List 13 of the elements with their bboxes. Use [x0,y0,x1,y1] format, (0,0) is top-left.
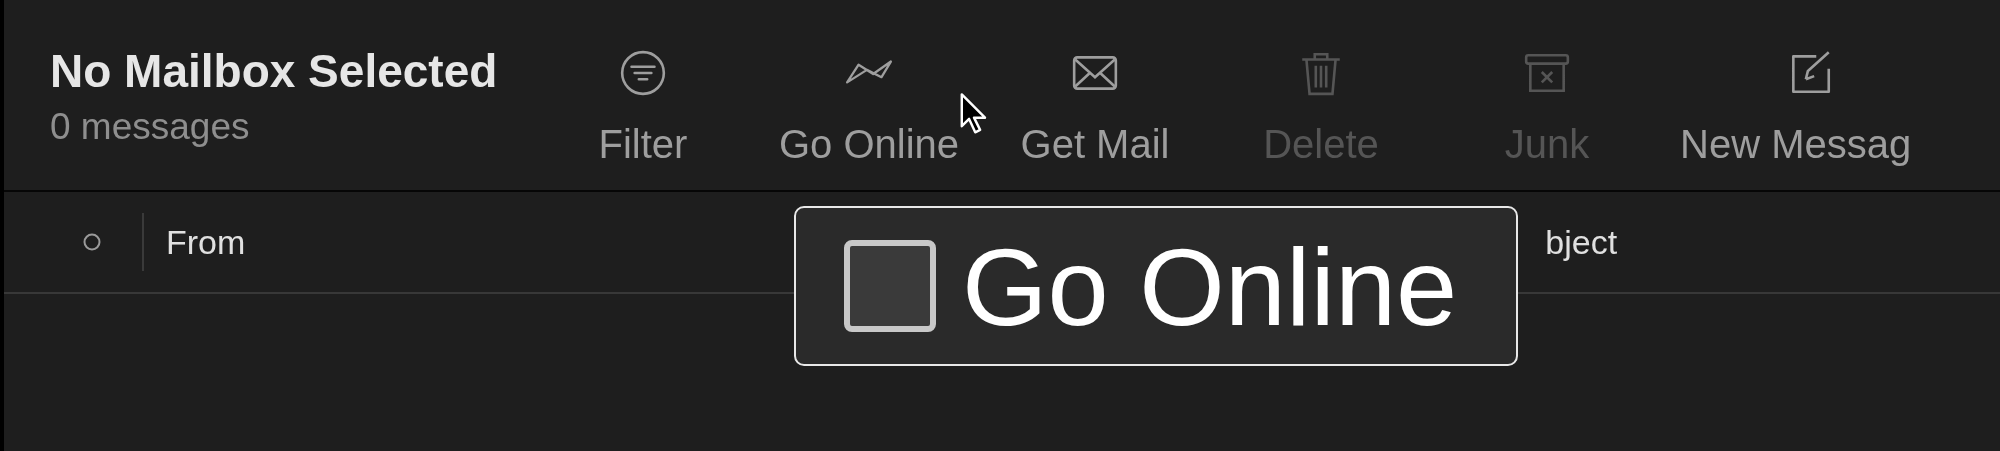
compose-button[interactable]: New Messag [1660,0,2000,190]
tooltip-text: Go Online [962,223,1458,350]
filter-button[interactable]: Filter [530,0,756,190]
checkbox[interactable] [844,240,936,332]
status-circle-icon [82,232,102,252]
column-header[interactable]: From [166,222,246,262]
mailbox-title: No Mailbox Selected [50,44,499,98]
mail-button[interactable]: Get Mail [982,0,1208,190]
online-button[interactable]: Go Online [756,0,982,190]
mouse-pointer-icon [959,92,989,136]
filter-icon [618,48,668,98]
column-header[interactable]: bject [1545,222,1618,262]
message-count: 0 messages [50,106,251,148]
